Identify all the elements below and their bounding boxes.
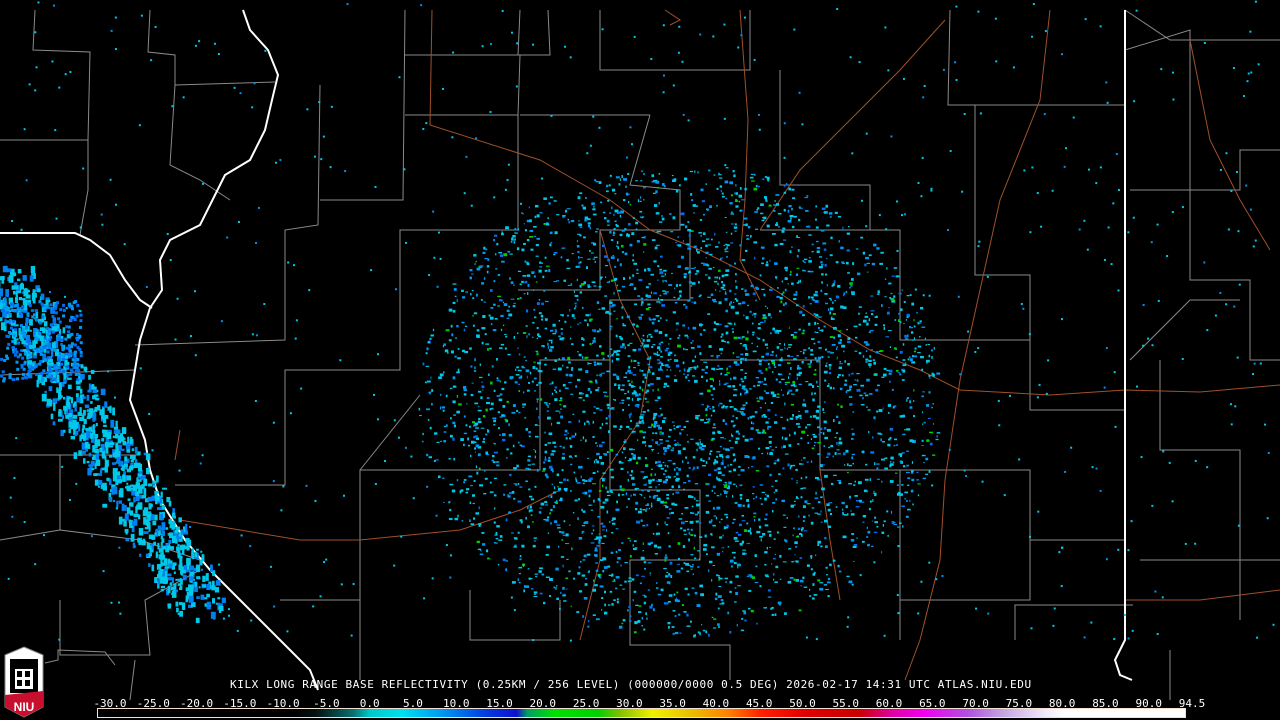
niu-logo: NIU [4,646,44,718]
product-title: KILX LONG RANGE BASE REFLECTIVITY (0.25K… [230,678,1032,691]
radar-map [0,0,1280,701]
reflectivity-colorbar [97,708,1186,718]
roads-rivers [174,9,1280,681]
radar-echoes [0,0,1275,642]
